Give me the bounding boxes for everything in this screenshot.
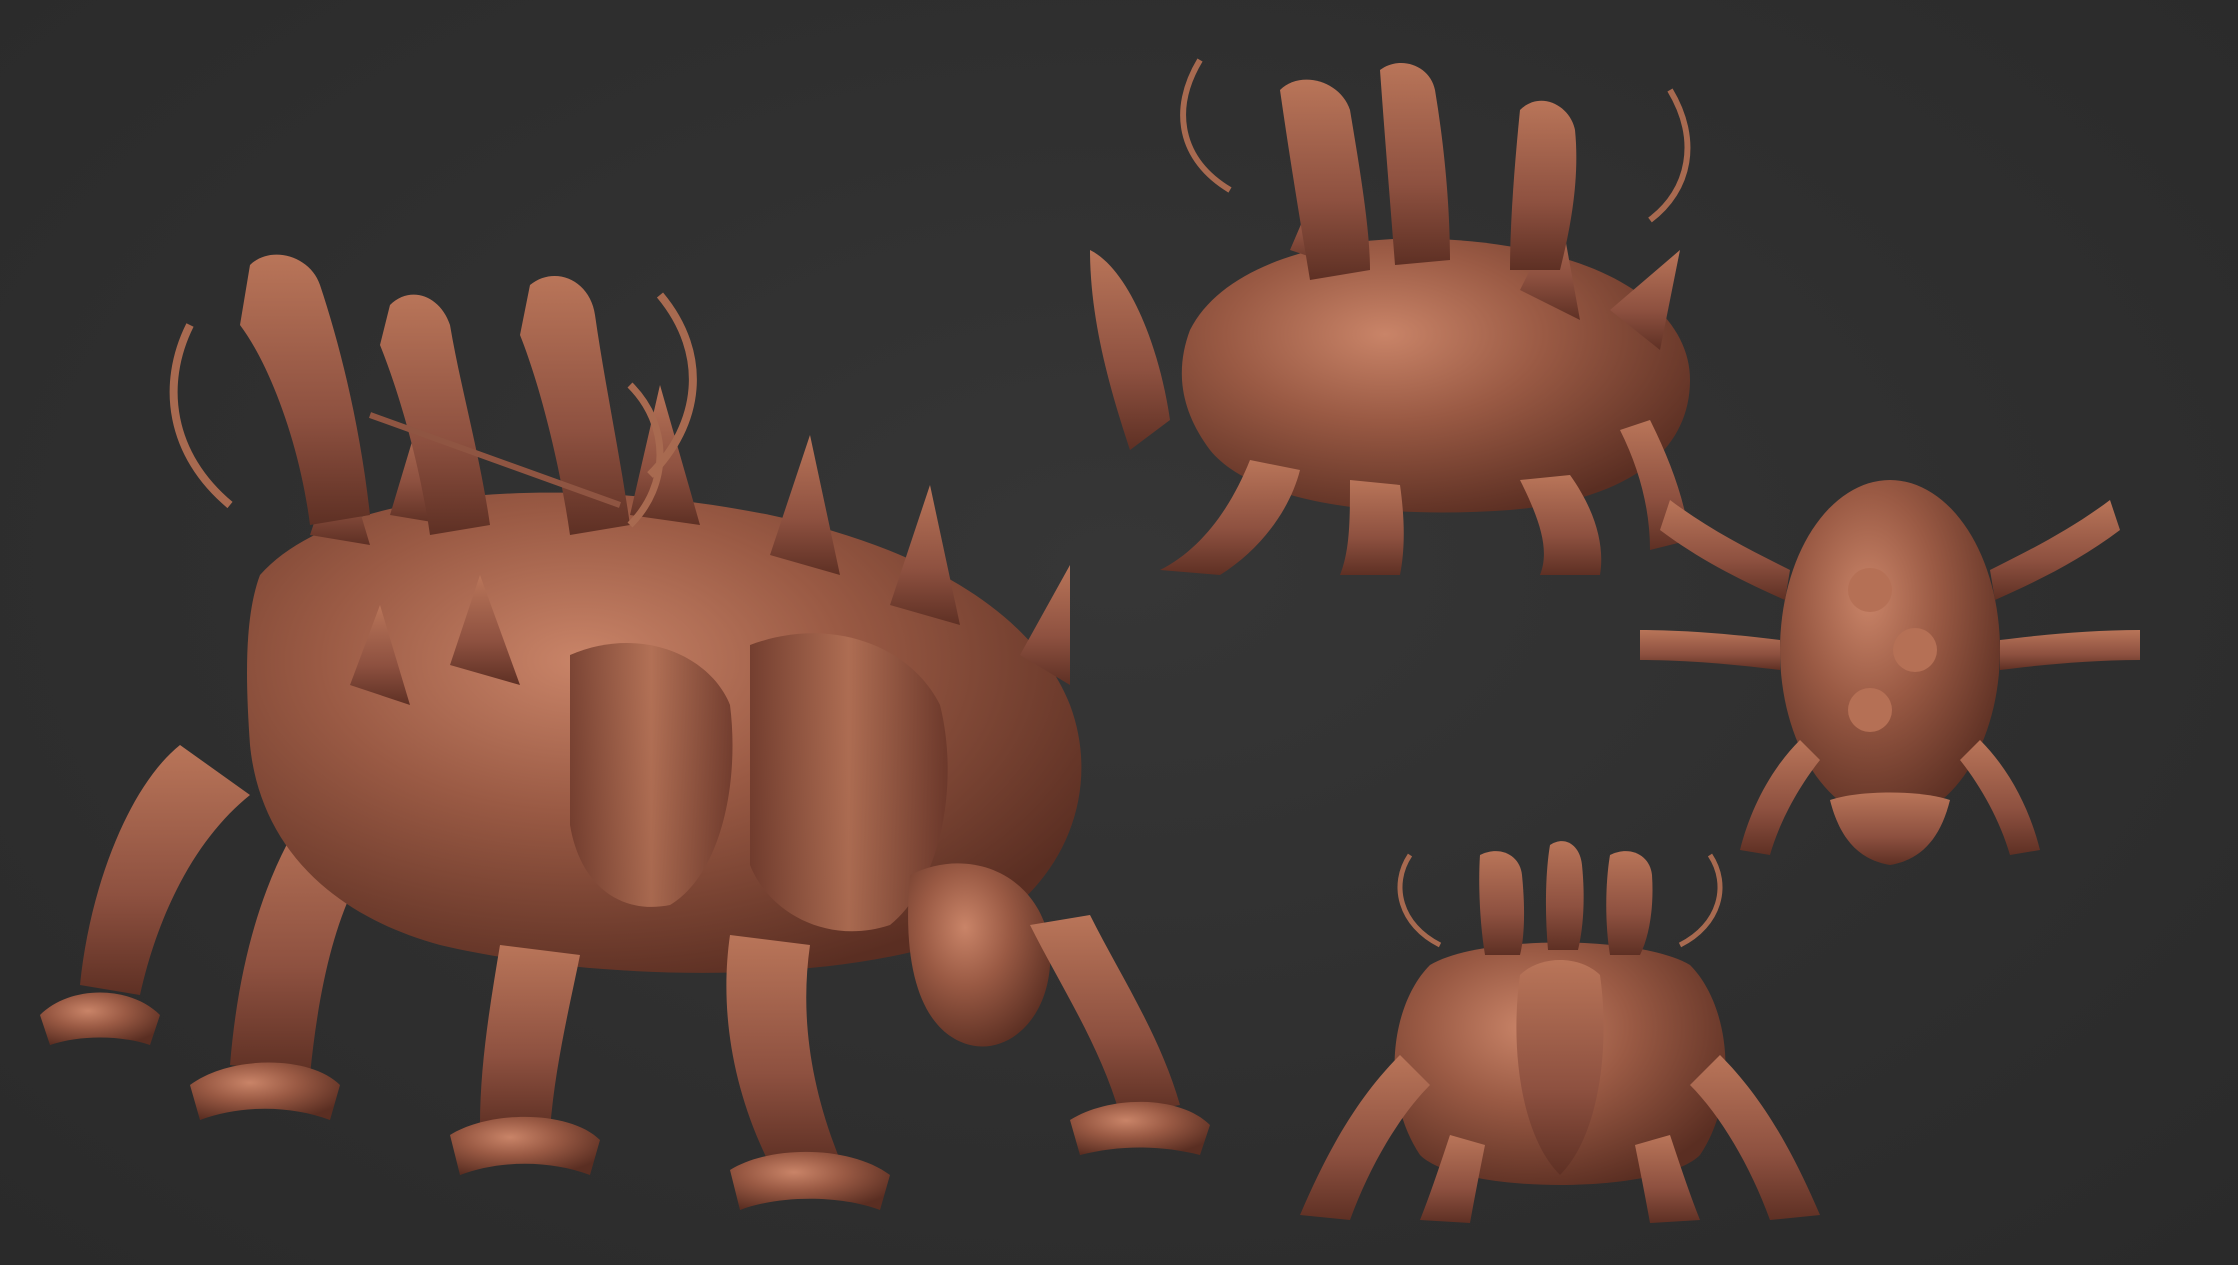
spike (890, 485, 960, 625)
leg (1960, 740, 2040, 855)
leg (1030, 915, 1180, 1115)
top-view (1630, 440, 2150, 880)
rider (1606, 851, 1653, 955)
bow (1648, 88, 1691, 223)
leg (1640, 630, 1780, 670)
leg (1990, 500, 2120, 600)
bow (1180, 58, 1232, 193)
side-view (1050, 30, 1710, 590)
leg (726, 935, 840, 1165)
leg (1070, 1101, 1210, 1155)
front-view (1260, 835, 1860, 1245)
bow (1397, 853, 1442, 948)
rider (1380, 62, 1450, 265)
bow (1678, 853, 1723, 948)
leg (80, 745, 250, 995)
rider (1479, 851, 1525, 955)
rider (1848, 688, 1892, 732)
leg (730, 1151, 890, 1210)
leg (1160, 460, 1300, 575)
rider (1893, 628, 1937, 672)
leg (190, 1062, 340, 1120)
beetle-mount-top (1640, 480, 2140, 865)
leg (2000, 630, 2140, 670)
leg (40, 992, 160, 1045)
leg (450, 1116, 600, 1175)
spike (770, 435, 840, 575)
render-canvas (0, 0, 2238, 1265)
beetle-mount-side (1090, 58, 1691, 575)
rider (1848, 568, 1892, 612)
leg (480, 945, 580, 1130)
rider (1510, 100, 1577, 270)
bow (169, 323, 233, 509)
beetle-mount-perspective (40, 254, 1210, 1210)
rider (240, 254, 370, 525)
head (1090, 250, 1170, 450)
rider (1545, 841, 1584, 950)
beetle-mount-front (1300, 841, 1820, 1223)
leg (1660, 500, 1790, 600)
